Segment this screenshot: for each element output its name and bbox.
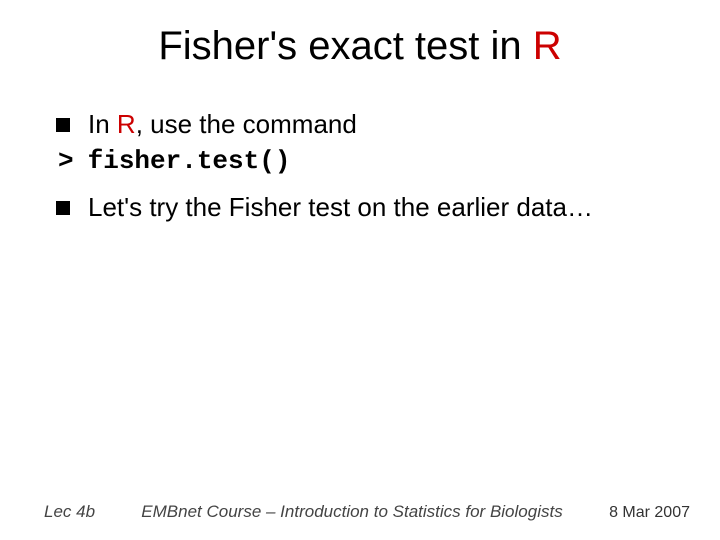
bullet-item: In R, use the command bbox=[56, 108, 680, 141]
bullet-r: R bbox=[117, 109, 136, 139]
slide-footer: Lec 4b EMBnet Course – Introduction to S… bbox=[0, 502, 720, 522]
bullet-text: In R, use the command bbox=[88, 108, 680, 141]
footer-left: Lec 4b bbox=[44, 502, 134, 522]
code-command: fisher.test() bbox=[88, 145, 291, 178]
title-r: R bbox=[533, 24, 562, 68]
bullet-text-after: , use the command bbox=[136, 109, 357, 139]
footer-right: 8 Mar 2007 bbox=[570, 504, 690, 522]
square-bullet-icon bbox=[56, 118, 70, 132]
bullet-item: Let's try the Fisher test on the earlier… bbox=[56, 191, 680, 224]
bullet-text-before: In bbox=[88, 109, 117, 139]
title-text: Fisher's exact test in bbox=[158, 24, 532, 68]
bullet-text: Let's try the Fisher test on the earlier… bbox=[88, 191, 680, 224]
code-line: > fisher.test() bbox=[58, 145, 680, 178]
footer-center: EMBnet Course – Introduction to Statisti… bbox=[134, 502, 570, 522]
code-prompt: > bbox=[58, 145, 74, 178]
slide-body: In R, use the command > fisher.test() Le… bbox=[56, 108, 680, 228]
square-bullet-icon bbox=[56, 201, 70, 215]
slide: Fisher's exact test in R In R, use the c… bbox=[0, 0, 720, 540]
slide-title: Fisher's exact test in R bbox=[0, 24, 720, 69]
